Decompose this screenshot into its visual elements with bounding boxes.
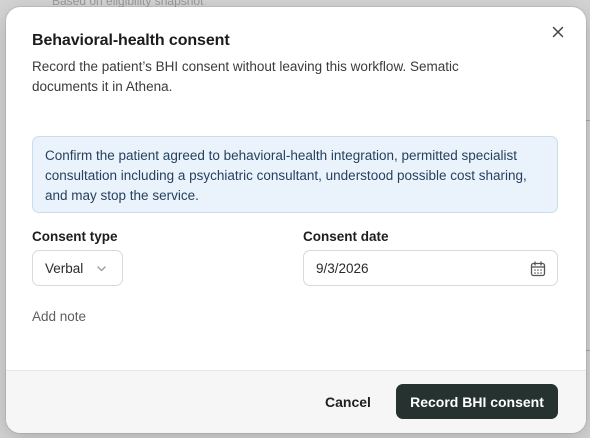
consent-type-label: Consent type [32, 229, 118, 244]
dialog-description: Record the patient’s BHI consent without… [32, 59, 459, 94]
chevron-down-icon [97, 266, 106, 272]
close-icon [552, 26, 564, 38]
consent-date-value: 9/3/2026 [316, 260, 369, 276]
consent-type-value: Verbal [45, 260, 84, 276]
add-note-link[interactable]: Add note [32, 309, 86, 324]
record-consent-button[interactable]: Record BHI consent [396, 384, 558, 419]
dialog-footer: Cancel Record BHI consent [6, 370, 586, 433]
consent-type-select[interactable]: Verbal [32, 250, 123, 286]
dialog-title: Behavioral-health consent [32, 32, 230, 49]
consent-dialog: Behavioral-health consent Record the pat… [6, 7, 586, 433]
close-button[interactable] [547, 21, 569, 43]
info-callout: Confirm the patient agreed to behavioral… [32, 136, 558, 213]
calendar-icon[interactable] [529, 260, 547, 278]
consent-date-label: Consent date [303, 229, 389, 244]
cancel-button[interactable]: Cancel [315, 385, 381, 419]
consent-date-input[interactable]: 9/3/2026 [303, 250, 558, 286]
